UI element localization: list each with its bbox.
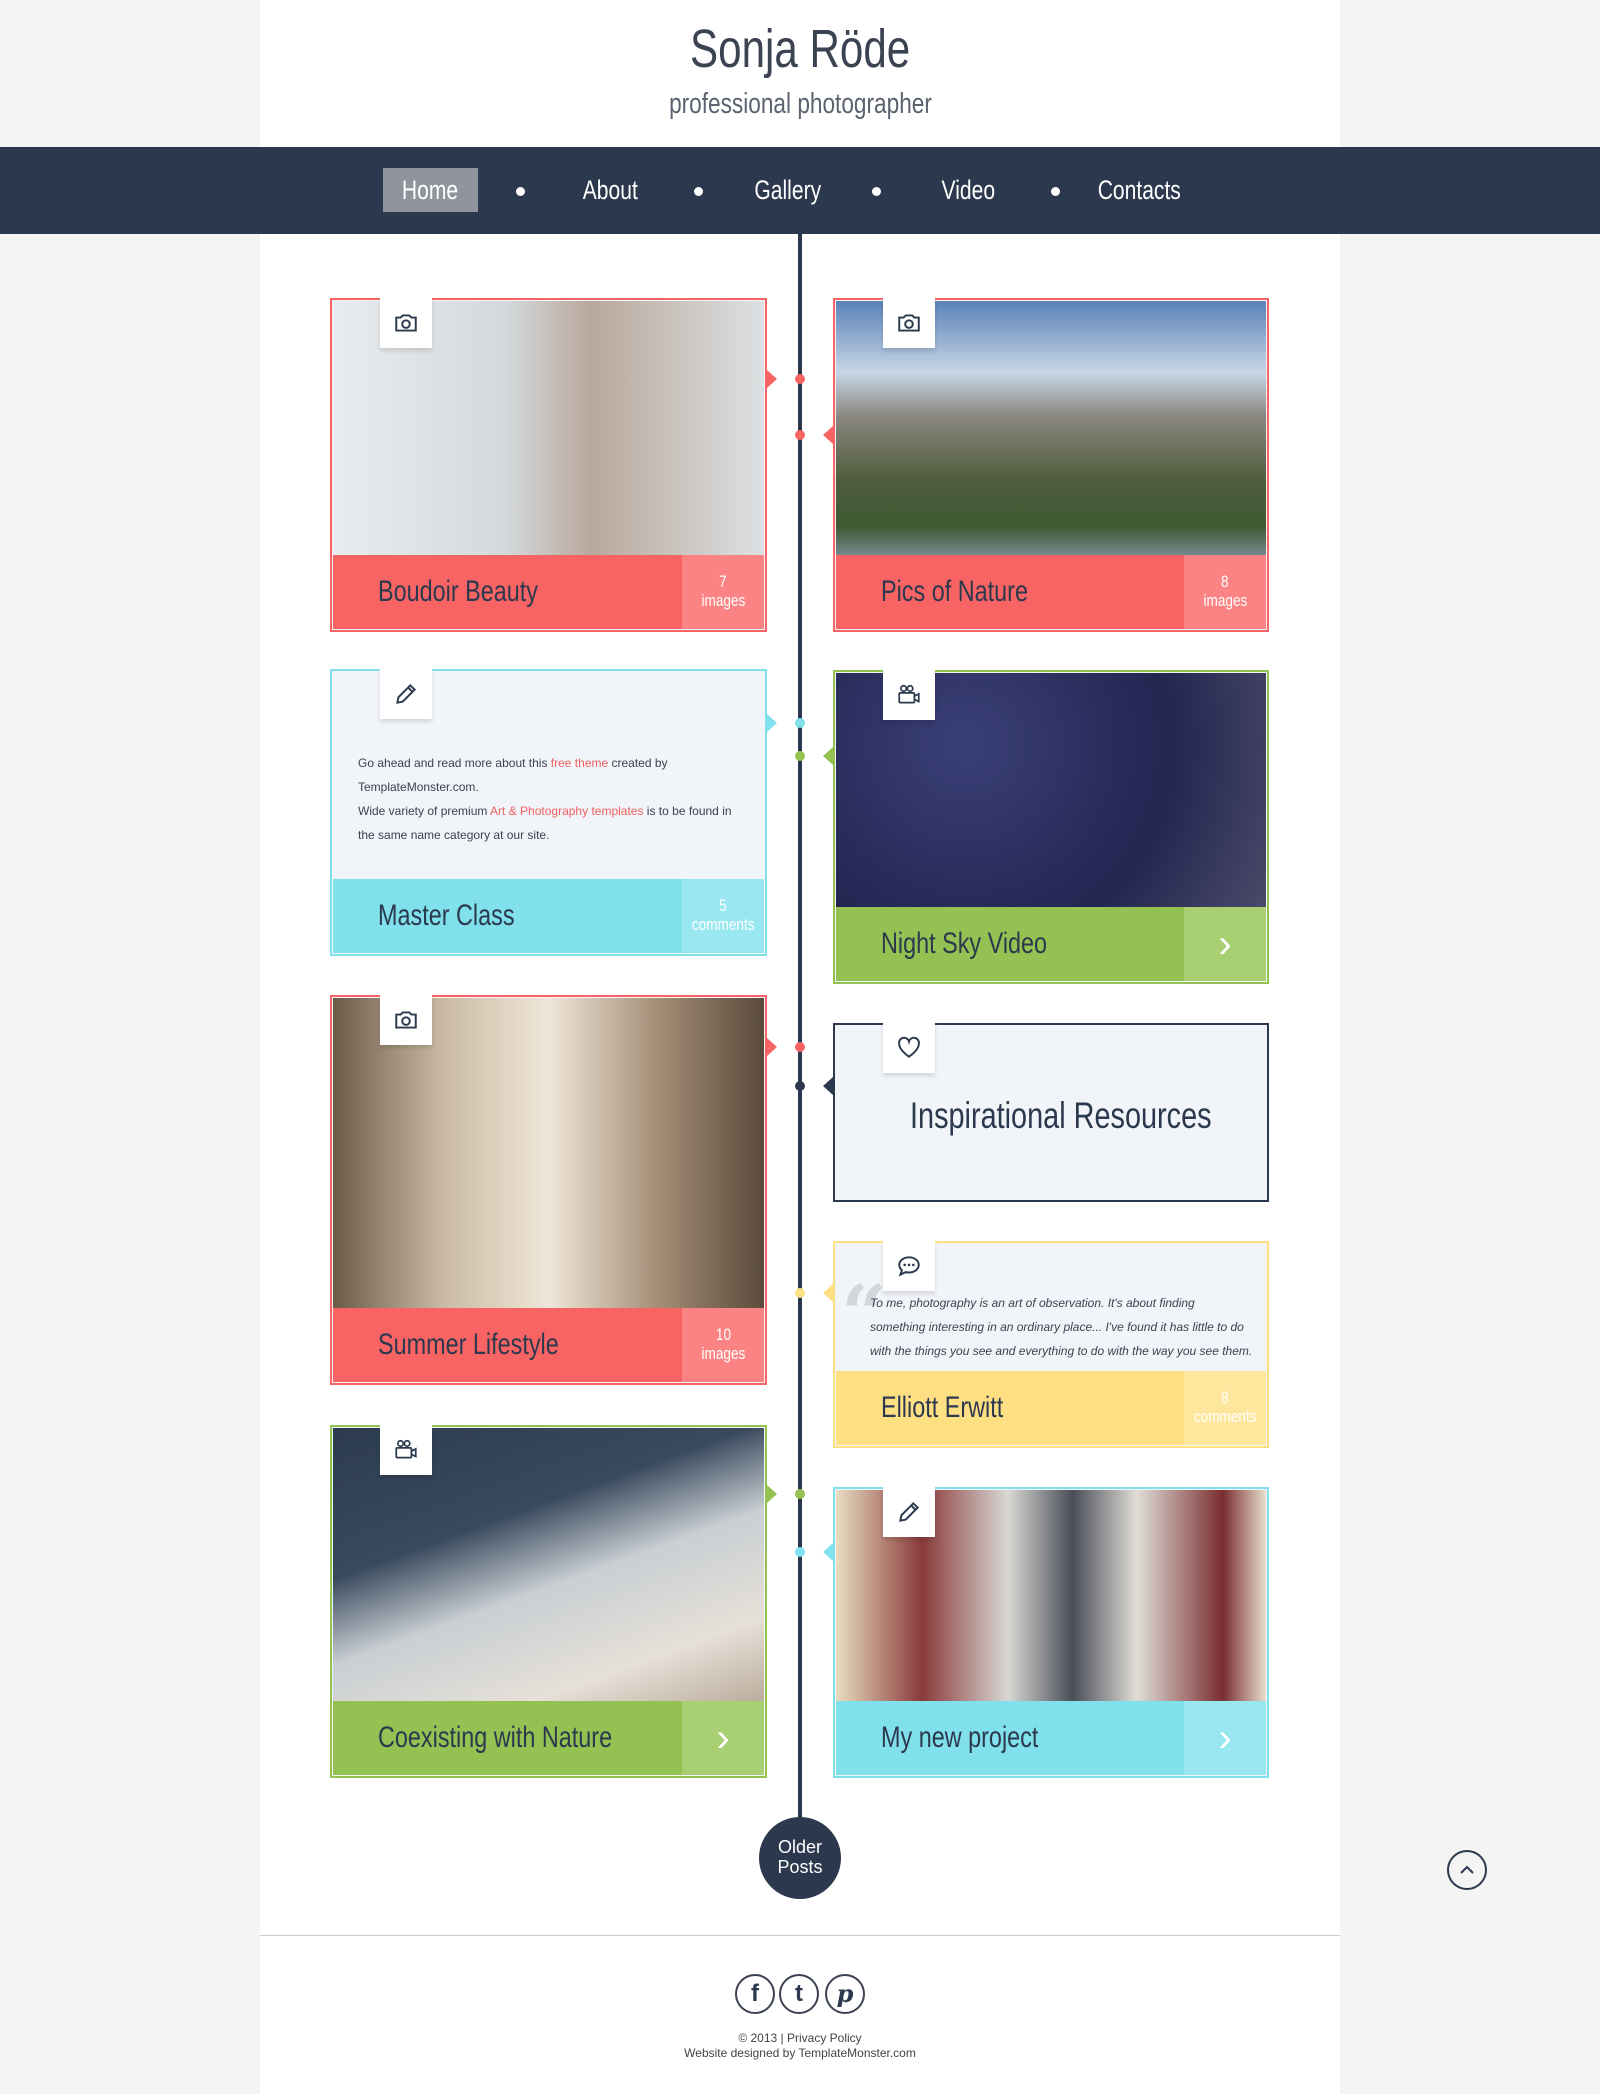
image-count-badge: 8 images bbox=[1184, 555, 1266, 629]
post-title[interactable]: Inspirational Resources bbox=[910, 1095, 1297, 1137]
nav-separator bbox=[1051, 187, 1060, 196]
pencil-icon bbox=[380, 669, 432, 719]
post-card-inspirational-resources[interactable]: Inspirational Resources bbox=[833, 1023, 1269, 1202]
timeline-dot bbox=[795, 1288, 805, 1298]
privacy-policy-link[interactable]: Privacy Policy bbox=[787, 2031, 862, 2045]
timeline-dot bbox=[795, 374, 805, 384]
timeline-pointer bbox=[823, 426, 833, 444]
camera-icon bbox=[380, 995, 432, 1045]
image-count-badge: 7 images bbox=[682, 555, 764, 629]
timeline-pointer bbox=[767, 1485, 777, 1503]
post-title[interactable]: Master Class bbox=[378, 879, 553, 953]
timeline-dot bbox=[795, 718, 805, 728]
post-title[interactable]: Pics of Nature bbox=[881, 555, 1069, 629]
timeline-pointer bbox=[823, 1543, 833, 1561]
timeline-pointer bbox=[767, 1038, 777, 1056]
quote-text: To me, photography is an art of observat… bbox=[870, 1296, 1253, 1358]
timeline-line bbox=[798, 234, 802, 1824]
nav-contacts[interactable]: Contacts bbox=[1084, 168, 1194, 212]
nav-separator bbox=[516, 187, 525, 196]
post-footer: Night Sky Video › bbox=[836, 907, 1266, 981]
timeline-pointer bbox=[767, 714, 777, 732]
timeline-dot bbox=[795, 1547, 805, 1557]
facebook-icon[interactable]: f bbox=[735, 1974, 775, 2014]
post-excerpt: Go ahead and read more about this free t… bbox=[358, 756, 732, 842]
back-to-top-button[interactable] bbox=[1447, 1850, 1487, 1890]
footer-divider bbox=[260, 1935, 1340, 1936]
timeline-pointer bbox=[823, 747, 833, 765]
post-card-my-new-project[interactable]: My new project › bbox=[833, 1487, 1269, 1778]
post-footer: Master Class 5 comments bbox=[333, 879, 764, 953]
post-footer: My new project › bbox=[836, 1701, 1266, 1775]
art-photography-templates-link[interactable]: Art & Photography templates bbox=[490, 804, 643, 818]
post-footer: Elliott Erwitt 8 comments bbox=[836, 1371, 1266, 1445]
post-card-coexisting-with-nature[interactable]: Coexisting with Nature › bbox=[330, 1425, 767, 1778]
post-footer: Coexisting with Nature › bbox=[333, 1701, 764, 1775]
chevron-right-icon[interactable]: › bbox=[682, 1701, 764, 1775]
camera-icon bbox=[380, 298, 432, 348]
post-footer: Pics of Nature 8 images bbox=[836, 555, 1266, 629]
post-title[interactable]: Summer Lifestyle bbox=[378, 1308, 610, 1382]
post-title[interactable]: Night Sky Video bbox=[881, 907, 1094, 981]
comment-count-badge[interactable]: 8 comments bbox=[1184, 1371, 1266, 1445]
site-title: Sonja Röde bbox=[689, 19, 911, 79]
heart-icon bbox=[883, 1023, 935, 1073]
post-footer: Boudoir Beauty 7 images bbox=[333, 555, 764, 629]
post-footer: Summer Lifestyle 10 images bbox=[333, 1308, 764, 1382]
nav-separator bbox=[694, 187, 703, 196]
post-title[interactable]: Boudoir Beauty bbox=[378, 555, 583, 629]
post-card-boudoir-beauty[interactable]: Boudoir Beauty 7 images bbox=[330, 298, 767, 632]
chevron-right-icon[interactable]: › bbox=[1184, 907, 1266, 981]
free-theme-link[interactable]: free theme bbox=[551, 756, 608, 770]
post-card-quote[interactable]: “ To me, photography is an art of observ… bbox=[833, 1241, 1269, 1448]
post-card-master-class[interactable]: Go ahead and read more about this free t… bbox=[330, 669, 767, 956]
site-subtitle: professional photographer bbox=[668, 88, 932, 120]
chevron-right-icon[interactable]: › bbox=[1184, 1701, 1266, 1775]
video-camera-icon bbox=[883, 670, 935, 720]
timeline-dot bbox=[795, 1489, 805, 1499]
timeline-dot bbox=[795, 1042, 805, 1052]
image-count-badge: 10 images bbox=[682, 1308, 764, 1382]
post-title[interactable]: My new project bbox=[881, 1701, 1083, 1775]
pencil-icon bbox=[883, 1487, 935, 1537]
designed-by: Website designed by TemplateMonster.com bbox=[684, 2046, 916, 2060]
timeline-dot bbox=[795, 1081, 805, 1091]
timeline-dot bbox=[795, 751, 805, 761]
nav-about[interactable]: About bbox=[560, 168, 660, 212]
nav-video[interactable]: Video bbox=[918, 168, 1018, 212]
comment-count-badge[interactable]: 5 comments bbox=[682, 879, 764, 953]
post-card-summer-lifestyle[interactable]: Summer Lifestyle 10 images bbox=[330, 995, 767, 1385]
pinterest-icon[interactable]: p bbox=[825, 1974, 865, 2014]
timeline-dot bbox=[795, 430, 805, 440]
video-camera-icon bbox=[380, 1425, 432, 1475]
chevron-up-icon bbox=[1460, 1865, 1474, 1874]
post-card-night-sky-video[interactable]: Night Sky Video › bbox=[833, 670, 1269, 984]
tumblr-icon[interactable]: t bbox=[779, 1974, 819, 2014]
quote-author[interactable]: Elliott Erwitt bbox=[881, 1371, 1038, 1445]
post-card-pics-of-nature[interactable]: Pics of Nature 8 images bbox=[833, 298, 1269, 632]
chat-icon bbox=[883, 1241, 935, 1291]
copyright: © 2013 | Privacy Policy bbox=[738, 2031, 862, 2045]
timeline-pointer bbox=[823, 1284, 833, 1302]
older-posts-button[interactable]: Older Posts bbox=[759, 1817, 841, 1899]
camera-icon bbox=[883, 298, 935, 348]
nav-home[interactable]: Home bbox=[383, 168, 478, 212]
post-title[interactable]: Coexisting with Nature bbox=[378, 1701, 678, 1775]
timeline-pointer bbox=[823, 1077, 833, 1095]
main-nav: Home About Gallery Video Contacts bbox=[0, 147, 1600, 234]
timeline-pointer bbox=[767, 370, 777, 388]
nav-gallery[interactable]: Gallery bbox=[738, 168, 838, 212]
nav-separator bbox=[872, 187, 881, 196]
